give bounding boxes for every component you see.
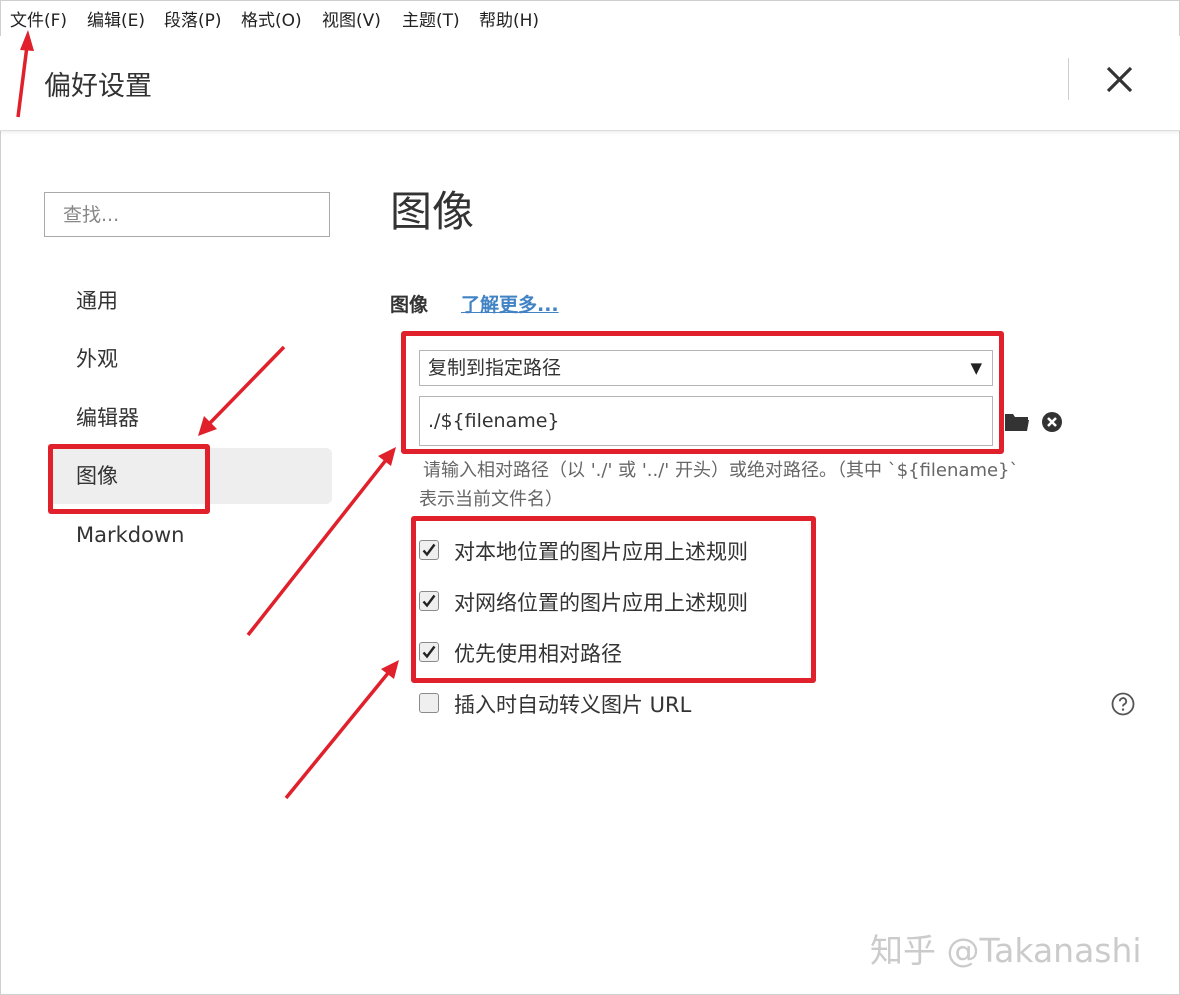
header-divider (1068, 58, 1069, 100)
menu-edit[interactable]: 编辑(E) (87, 6, 145, 31)
annotation-box-nav-image (48, 444, 210, 514)
clear-icon[interactable] (1041, 411, 1063, 433)
help-icon[interactable] (1111, 692, 1135, 716)
menu-help[interactable]: 帮助(H) (479, 6, 539, 31)
path-hint-text: 请输入相对路径（以 './' 或 '../' 开头）或绝对路径。（其中 `${f… (419, 456, 1109, 514)
close-icon (1106, 66, 1133, 93)
image-subsection-label: 图像 (390, 294, 429, 316)
hint-line-1: 请输入相对路径（以 './' 或 '../' 开头）或绝对路径。（其中 `${f… (423, 460, 1019, 481)
section-title: 图像 (390, 187, 475, 236)
watermark: 知乎 @Takanashi (870, 931, 1142, 970)
annotation-box-path-settings (401, 331, 1004, 454)
dialog-title: 偏好设置 (44, 71, 152, 102)
sidebar-item-appearance[interactable]: 外观 (48, 331, 332, 387)
menu-theme[interactable]: 主题(T) (402, 6, 460, 31)
hint-line-2: 表示当前文件名） (419, 489, 563, 510)
menu-paragraph[interactable]: 段落(P) (164, 6, 222, 31)
checkbox-unchecked[interactable] (419, 693, 439, 713)
sidebar-item-general[interactable]: 通用 (48, 273, 332, 329)
sidebar-item-editor[interactable]: 编辑器 (48, 390, 332, 446)
annotation-box-checkboxes (411, 516, 816, 683)
close-button[interactable] (1100, 60, 1140, 100)
search-input[interactable] (44, 192, 330, 237)
learn-more-link[interactable]: 了解更多... (461, 290, 559, 317)
preferences-header: 偏好设置 (0, 36, 1180, 131)
menu-bar: 文件(F) 编辑(E) 段落(P) 格式(O) 视图(V) 主题(T) 帮助(H… (0, 0, 1180, 36)
menu-view[interactable]: 视图(V) (322, 6, 381, 31)
checkbox-label: 插入时自动转义图片 URL (454, 693, 692, 717)
folder-icon[interactable] (1004, 410, 1030, 432)
sidebar-item-markdown[interactable]: Markdown (48, 507, 332, 563)
menu-format[interactable]: 格式(O) (241, 6, 302, 31)
menu-file[interactable]: 文件(F) (10, 6, 67, 31)
